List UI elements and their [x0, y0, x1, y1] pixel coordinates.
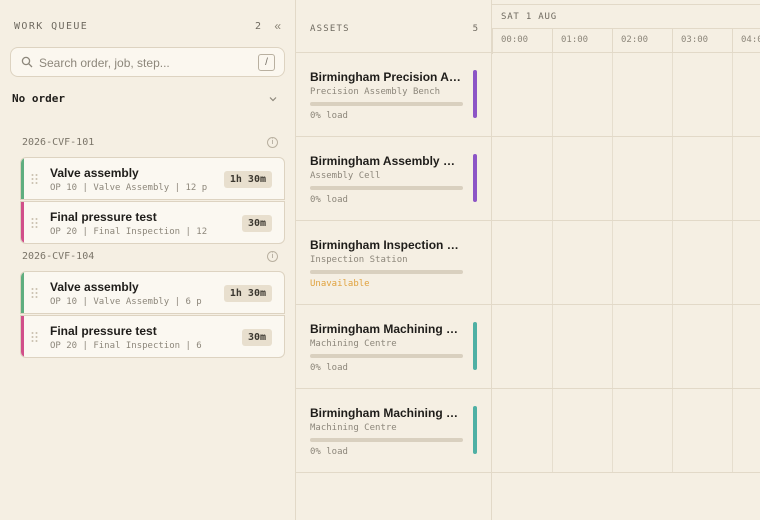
hour-label: 02:00 [621, 35, 649, 45]
timeline-grid-line [732, 53, 733, 473]
search-shortcut-key: / [258, 54, 275, 71]
drag-handle-icon[interactable] [31, 173, 38, 185]
task-card[interactable]: Valve assembly OP 10 | Valve Assembly | … [20, 157, 285, 200]
task-name: Valve assembly [50, 166, 139, 180]
hour-column-header: 00:00 [492, 29, 552, 54]
asset-accent-bar [473, 406, 477, 454]
task-color-bar [21, 158, 24, 199]
search-input[interactable] [39, 54, 259, 72]
task-meta: OP 20 | Final Inspection | 6 [50, 341, 202, 351]
order-group-id: 2026-CVF-104 [22, 251, 95, 262]
timeline-row-divider [492, 136, 760, 137]
task-meta: OP 10 | Valve Assembly | 6 p [50, 297, 202, 307]
task-card[interactable]: Valve assembly OP 10 | Valve Assembly | … [20, 271, 285, 314]
timeline-grid-line [612, 53, 613, 473]
order-group-id: 2026-CVF-101 [22, 137, 95, 148]
task-duration-badge: 1h 30m [223, 171, 272, 188]
asset-name: Birmingham Machining Centre [310, 406, 462, 420]
info-icon[interactable]: i [267, 137, 278, 148]
hour-label: 01:00 [561, 35, 589, 45]
task-card[interactable]: Final pressure test OP 20 | Final Inspec… [20, 315, 285, 358]
hour-label: 04:00 [741, 35, 760, 45]
task-duration-badge: 1h 30m [223, 285, 272, 302]
hour-label: 00:00 [501, 35, 529, 45]
asset-accent-bar [473, 70, 477, 118]
asset-type: Inspection Station [310, 255, 408, 265]
search-box: / [10, 47, 285, 77]
hour-column-header: 02:00 [612, 29, 672, 54]
asset-type: Assembly Cell [310, 171, 381, 181]
task-card[interactable]: Final pressure test OP 20 | Final Inspec… [20, 201, 285, 244]
hour-column-header: 03:00 [672, 29, 732, 54]
asset-row[interactable]: Birmingham Assembly Cell Assembly Cell 0… [296, 137, 492, 221]
hour-label: 03:00 [681, 35, 709, 45]
timeline-grid-line [552, 53, 553, 473]
task-name: Final pressure test [50, 210, 157, 224]
timeline-row-divider [492, 472, 760, 473]
task-color-bar [21, 272, 24, 313]
drag-handle-icon[interactable] [31, 331, 38, 343]
timeline-date: SAT 1 AUG [501, 12, 557, 22]
timeline-row-divider [492, 304, 760, 305]
task-name: Valve assembly [50, 280, 139, 294]
task-duration-badge: 30m [241, 329, 272, 346]
timeline-top-divider [492, 4, 760, 5]
task-color-bar [21, 316, 24, 357]
asset-type: Precision Assembly Bench [310, 87, 441, 97]
timeline-panel: SAT 1 AUG 00:00 01:00 02:00 03:00 04:00 [492, 0, 760, 520]
assets-panel: ASSETS 5 Birmingham Precision Assembly B… [296, 0, 492, 520]
timeline-hour-header: 00:00 01:00 02:00 03:00 04:00 [492, 28, 760, 54]
assets-title: ASSETS [310, 24, 350, 34]
work-queue-panel: WORK QUEUE 2 « / No order 2026-CVF-101 i… [0, 0, 296, 520]
asset-name: Birmingham Inspection Station [310, 238, 462, 252]
asset-load-track [310, 102, 463, 106]
timeline-row-divider [492, 388, 760, 389]
hour-column-header: 01:00 [552, 29, 612, 54]
asset-load-track [310, 354, 463, 358]
work-queue-title: WORK QUEUE [14, 21, 89, 32]
chevron-down-icon [269, 97, 277, 102]
search-icon [21, 56, 33, 68]
asset-accent-bar [473, 322, 477, 370]
timeline-grid-line [672, 53, 673, 473]
order-group-header: 2026-CVF-101 i [22, 137, 280, 151]
asset-type: Machining Centre [310, 339, 397, 349]
assets-header: ASSETS 5 [296, 0, 492, 53]
drag-handle-icon[interactable] [31, 287, 38, 299]
order-select-label: No order [12, 92, 65, 105]
task-name: Final pressure test [50, 324, 157, 338]
info-icon[interactable]: i [267, 251, 278, 262]
asset-name: Birmingham Precision Assembly Bench [310, 70, 462, 84]
order-group-header: 2026-CVF-104 i [22, 251, 280, 265]
asset-load-track [310, 438, 463, 442]
asset-load-track [310, 186, 463, 190]
work-queue-count: 2 [254, 21, 261, 32]
work-queue-header: WORK QUEUE 2 « [14, 19, 281, 35]
asset-load-track [310, 270, 463, 274]
task-duration-badge: 30m [241, 215, 272, 232]
asset-row[interactable]: Birmingham Inspection Station Inspection… [296, 221, 492, 305]
asset-status-unavailable: Unavailable [310, 279, 370, 289]
asset-name: Birmingham Assembly Cell [310, 154, 462, 168]
asset-load: 0% load [310, 447, 348, 457]
timeline-row-divider [492, 220, 760, 221]
asset-row[interactable]: Birmingham Machining Centre Machining Ce… [296, 389, 492, 473]
asset-name: Birmingham Machining Centre [310, 322, 462, 336]
asset-row[interactable]: Birmingham Machining Centre Machining Ce… [296, 305, 492, 389]
hour-column-header: 04:00 [732, 29, 760, 54]
asset-type: Machining Centre [310, 423, 397, 433]
task-meta: OP 20 | Final Inspection | 12 [50, 227, 208, 237]
task-color-bar [21, 202, 24, 243]
task-meta: OP 10 | Valve Assembly | 12 p [50, 183, 208, 193]
asset-load: 0% load [310, 363, 348, 373]
drag-handle-icon[interactable] [31, 217, 38, 229]
assets-count: 5 [472, 24, 478, 34]
asset-load: 0% load [310, 111, 348, 121]
asset-load: 0% load [310, 195, 348, 205]
asset-row[interactable]: Birmingham Precision Assembly Bench Prec… [296, 53, 492, 137]
double-chevron-left-icon[interactable]: « [274, 19, 281, 33]
asset-accent-bar [473, 154, 477, 202]
order-select[interactable]: No order [12, 92, 282, 108]
